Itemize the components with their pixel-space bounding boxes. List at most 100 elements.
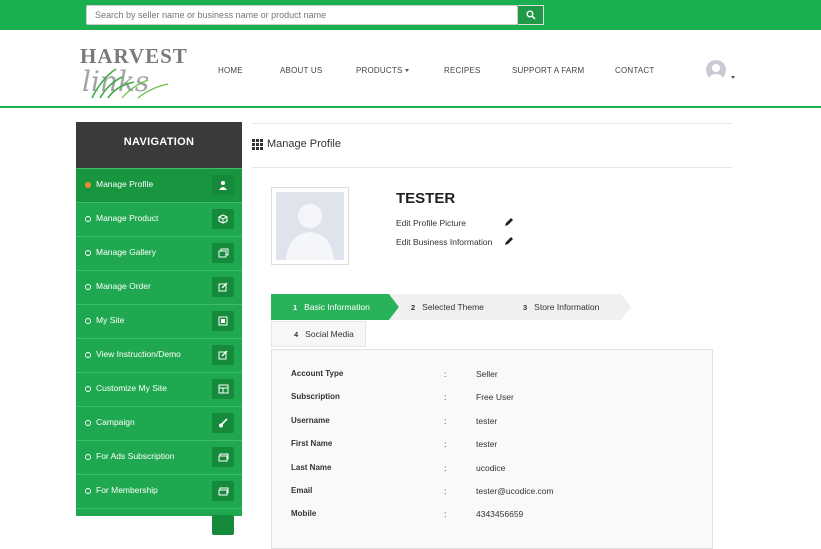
edit-business-information-link[interactable]: Edit Business Information [396,237,513,247]
nav-home[interactable]: HOME [218,66,243,75]
step-basic-information[interactable]: 1 Basic Information [271,294,399,320]
sidebar-item-membership[interactable]: For Membership [76,474,242,508]
step-label: Selected Theme [422,302,484,312]
edit-profile-picture-label: Edit Profile Picture [396,218,466,228]
step-number: 2 [411,302,416,312]
more-icon [212,515,234,535]
gallery-icon [212,243,234,263]
edit-icon [212,277,234,297]
sidebar-item-label: Manage Order [96,281,151,291]
site-icon [212,311,234,331]
profile-name: TESTER [396,190,456,207]
edit-profile-picture-link[interactable]: Edit Profile Picture [396,218,513,228]
cube-icon [212,209,234,229]
nav-products-label: PRODUCTS [356,66,403,75]
bullet-icon [85,488,91,494]
user-menu-caret[interactable] [729,69,735,87]
user-avatar[interactable] [706,60,726,80]
sidebar-item-manage-profile[interactable]: Manage Profile [76,168,242,202]
step-selected-theme[interactable]: 2 Selected Theme [389,294,511,320]
info-value: Free User [476,392,514,402]
info-value: tester [476,416,498,426]
info-colon: : [444,509,447,519]
info-label: Email [291,486,313,495]
info-label: Subscription [291,392,340,401]
nav-support[interactable]: SUPPORT A FARM [512,66,584,75]
bullet-icon [85,182,91,188]
info-label: Username [291,416,330,425]
bullet-icon [85,216,91,222]
sidebar-item-label: For Membership [96,485,158,495]
edit-business-information-label: Edit Business Information [396,237,493,247]
info-colon: : [444,463,447,473]
user-icon [212,175,234,195]
bullet-icon [85,386,91,392]
info-label: Mobile [291,509,317,518]
sidebar-item-label: My Site [96,315,125,325]
info-label: First Name [291,439,333,448]
sidebar-item-ads-subscription[interactable]: For Ads Subscription [76,440,242,474]
layout-icon [212,379,234,399]
step-label: Social Media [305,329,354,339]
user-silhouette-icon [709,64,723,80]
info-label: Last Name [291,463,332,472]
step-label: Store Information [534,302,600,312]
nav-contact[interactable]: CONTACT [615,66,654,75]
brush-icon [212,413,234,433]
info-value: ucodice [476,463,506,473]
nav-about[interactable]: ABOUT US [280,66,322,75]
sidebar-item-label: Customize My Site [96,383,167,393]
grid-icon [252,138,263,150]
step-number: 3 [523,302,528,312]
sidebar-item-manage-gallery[interactable]: Manage Gallery [76,236,242,270]
sidebar-item-view-instruction[interactable]: View Instruction/Demo [76,338,242,372]
default-user-image [276,192,344,260]
search-button[interactable] [518,5,544,25]
divider [252,123,732,124]
info-label: Account Type [291,369,344,378]
step-store-information[interactable]: 3 Store Information [501,294,631,320]
info-value: 4343456659 [476,509,524,519]
sidebar-item-my-site[interactable]: My Site [76,304,242,338]
info-colon: : [444,416,447,426]
info-colon: : [444,392,447,402]
sidebar-item-campaign[interactable]: Campaign [76,406,242,440]
sidebar-item-more[interactable] [76,508,242,542]
harvest-links-logo[interactable]: HARVEST links [78,44,194,100]
info-colon: : [444,369,447,379]
info-colon: : [444,486,447,496]
info-value: Seller [476,369,498,379]
sidebar-item-manage-order[interactable]: Manage Order [76,270,242,304]
card-icon [212,447,234,467]
bullet-icon [85,318,91,324]
sidebar-item-label: Manage Gallery [96,247,157,257]
sidebar-item-label: For Ads Subscription [96,451,175,461]
sidebar-item-label: Manage Product [96,213,159,223]
info-value: tester@ucodice.com [476,486,554,496]
nav-recipes[interactable]: RECIPES [444,66,481,75]
bullet-icon [85,420,91,426]
card-icon [212,481,234,501]
search-input[interactable] [86,5,518,25]
sidebar-item-customize-site[interactable]: Customize My Site [76,372,242,406]
step-number: 4 [294,329,299,339]
step-social-media[interactable]: 4 Social Media [271,321,366,347]
pencil-icon [505,237,513,245]
page-title: Manage Profile [252,138,341,150]
pencil-icon [505,218,513,226]
edit-icon [212,345,234,365]
nav-products[interactable]: PRODUCTS [356,66,409,75]
bullet-icon [85,250,91,256]
basic-information-panel: Account Type : Seller Subscription : Fre… [271,349,713,549]
sidebar-item-label: Manage Profile [96,179,154,189]
profile-picture [271,187,349,265]
step-label: Basic Information [304,302,370,312]
sidebar: NAVIGATION Manage Profile Manage Product… [76,122,242,535]
bullet-icon [85,284,91,290]
chevron-down-icon [731,76,735,80]
sidebar-item-manage-product[interactable]: Manage Product [76,202,242,236]
chevron-down-icon [404,69,409,73]
sidebar-item-label: Campaign [96,417,135,427]
divider [252,167,732,168]
info-colon: : [444,439,447,449]
